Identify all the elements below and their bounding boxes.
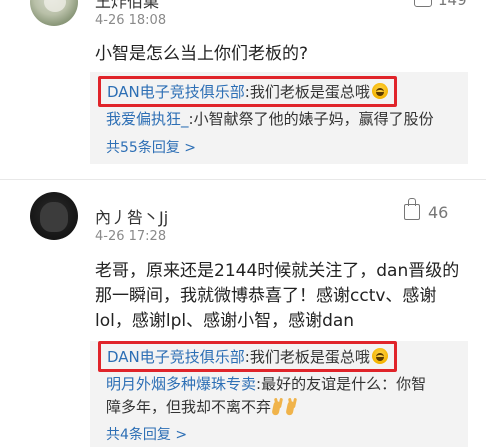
thumb-up-icon — [414, 0, 432, 7]
like-count: 149 — [438, 0, 467, 9]
commenter-name[interactable]: 王炸佰菓 — [95, 0, 159, 12]
comment-time: 4-26 17:28 — [95, 229, 167, 244]
like-button[interactable]: 46 — [404, 198, 449, 222]
laughing-emoji-icon — [371, 83, 388, 99]
comment-content-line: 那一瞬间，我就微博恭喜了！感谢cctv、感谢 — [95, 286, 437, 306]
reply-item[interactable]: 我爱偏执狂_:小智献祭了他的婊子妈，赢得了股份 — [106, 108, 434, 129]
reply-username[interactable]: 我爱偏执狂_ — [106, 110, 189, 128]
reply-item-continued: 障多年，但我却不离不弃 — [106, 396, 299, 417]
more-replies-link[interactable]: 共4条回复 > — [106, 424, 187, 444]
commenter-avatar[interactable] — [30, 0, 78, 26]
reply-item[interactable]: 明月外烟多种爆珠专卖:最好的友谊是什么：你智 — [106, 373, 426, 394]
laughing-emoji-icon — [371, 348, 388, 364]
commenter-avatar[interactable] — [30, 192, 78, 240]
highlighted-reply[interactable]: DAN电子竞技俱乐部:我们老板是蛋总哦 — [98, 341, 397, 372]
comment-time: 4-26 18:08 — [95, 13, 167, 28]
reply-text: 我们老板是蛋总哦 — [249, 348, 370, 366]
reply-text: 障多年，但我却不离不弃 — [106, 398, 272, 416]
like-button[interactable]: 149 — [414, 0, 467, 9]
reply-username[interactable]: DAN电子竞技俱乐部 — [107, 348, 245, 366]
more-replies-link[interactable]: 共55条回复 > — [106, 137, 196, 157]
reply-username[interactable]: DAN电子竞技俱乐部 — [107, 83, 245, 101]
like-count: 46 — [428, 203, 449, 222]
thumb-up-icon — [404, 198, 420, 220]
highlighted-reply[interactable]: DAN电子竞技俱乐部:我们老板是蛋总哦 — [98, 76, 397, 107]
reply-text: 小智献祭了他的婊子妈，赢得了股份 — [193, 110, 434, 128]
reply-username[interactable]: 明月外烟多种爆珠专卖 — [106, 375, 256, 393]
comment-content-line: 老哥，原来还是2144时候就关注了，dan晋级的 — [95, 261, 460, 281]
divider — [0, 179, 486, 180]
victory-hand-emoji-icon — [287, 398, 299, 414]
commenter-name[interactable]: 內丿咎丶Jj — [95, 204, 168, 228]
reply-text: 我们老板是蛋总哦 — [249, 83, 370, 101]
comment-content-line: lol，感谢lpl、感谢小智，感谢dan — [95, 311, 355, 331]
victory-hand-emoji-icon — [273, 398, 285, 414]
comment-content: 小智是怎么当上你们老板的? — [95, 44, 309, 64]
reply-text: 最好的友谊是什么：你智 — [261, 375, 427, 393]
